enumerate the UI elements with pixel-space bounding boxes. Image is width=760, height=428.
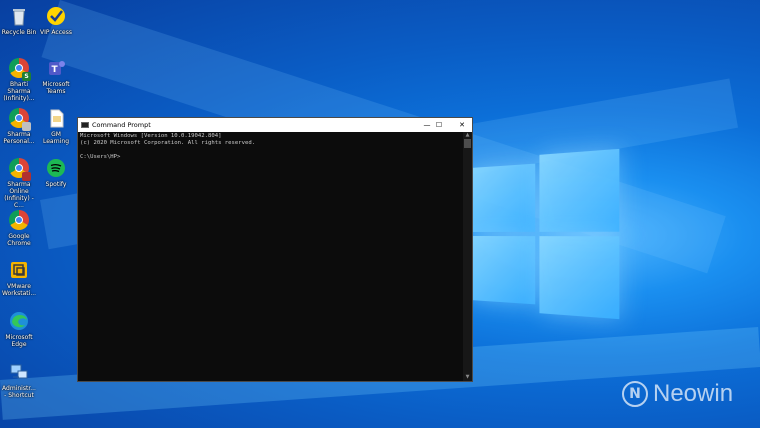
close-button[interactable]: ✕ [450,118,474,132]
desktop-icon-label: Administr... - Shortcut [2,385,36,399]
recycle-bin-icon [9,6,29,26]
desktop-icon-label: Sharma Personal... [3,131,35,145]
microsoft-edge-shortcut[interactable]: Microsoft Edge [1,311,37,348]
edge-icon [9,311,29,331]
file-icon [46,108,66,128]
network-computer-icon [9,362,29,382]
desktop-icon-label: VMware Workstati... [1,283,37,297]
console-line: (c) 2020 Microsoft Corporation. All righ… [80,140,256,146]
profile-badge [22,122,31,131]
windows-logo [470,148,620,320]
scroll-up-icon[interactable]: ▲ [463,132,472,139]
svg-text:T: T [52,65,59,75]
console-output[interactable]: Microsoft Windows [Version 10.0.19042.80… [79,133,465,381]
google-chrome-shortcut[interactable]: Google Chrome [1,210,37,247]
vmware-icon [9,260,29,280]
console-line: Microsoft Windows [Version 10.0.19042.80… [80,133,222,139]
vip-access-icon [46,6,66,26]
gm-learning-file[interactable]: GM Learning [38,108,74,145]
desktop-icon-label: VIP Access [40,29,72,36]
chrome-profile-shortcut[interactable]: Sharma Personal... [1,108,37,145]
desktop-icon-label: GM Learning [42,131,70,145]
desktop-icon-label: Spotify [45,181,67,188]
chrome-profile-shortcut[interactable]: Sharma Online (Infinity) - C... [1,158,37,209]
microsoft-teams-shortcut[interactable]: T Microsoft Teams [38,58,74,95]
admin-shortcut[interactable]: Administr... - Shortcut [1,362,37,399]
cmd-app-icon [81,122,89,128]
teams-icon: T [46,58,66,78]
vertical-scrollbar[interactable]: ▲ ▼ [463,132,472,381]
window-title: Command Prompt [92,121,151,129]
recycle-bin-icon[interactable]: Recycle Bin [1,6,37,36]
desktop-icon-label: Google Chrome [7,233,31,247]
desktop-icon-label: Microsoft Edge [5,334,33,348]
desktop-icon-label: Microsoft Teams [42,81,70,95]
console-prompt[interactable]: C:\Users\HP> [80,154,465,161]
spotify-shortcut[interactable]: Spotify [38,158,74,188]
spotify-icon [46,158,66,178]
vip-access-icon[interactable]: VIP Access [38,6,74,36]
neowin-watermark: N Neowin [622,380,733,408]
desktop-icon-label: Recycle Bin [1,29,37,36]
chrome-profile-shortcut[interactable]: S Bharti Sharma (Infinity)... [1,58,37,102]
watermark-text: Neowin [653,380,734,407]
command-prompt-window[interactable]: Command Prompt — ☐ ✕ Microsoft Windows [… [77,117,473,382]
vmware-workstation-shortcut[interactable]: VMware Workstati... [1,260,37,297]
desktop-icon-label: Bharti Sharma (Infinity)... [3,81,35,102]
maximize-button[interactable]: ☐ [427,118,451,132]
chrome-icon [9,210,29,230]
window-titlebar[interactable]: Command Prompt — ☐ ✕ [78,118,472,132]
scroll-thumb[interactable] [464,139,471,148]
scroll-down-icon[interactable]: ▼ [463,374,472,381]
profile-badge [22,172,31,181]
profile-badge: S [22,72,31,81]
desktop-icon-label: Sharma Online (Infinity) - C... [4,181,34,209]
neowin-logo-icon: N [622,381,648,407]
